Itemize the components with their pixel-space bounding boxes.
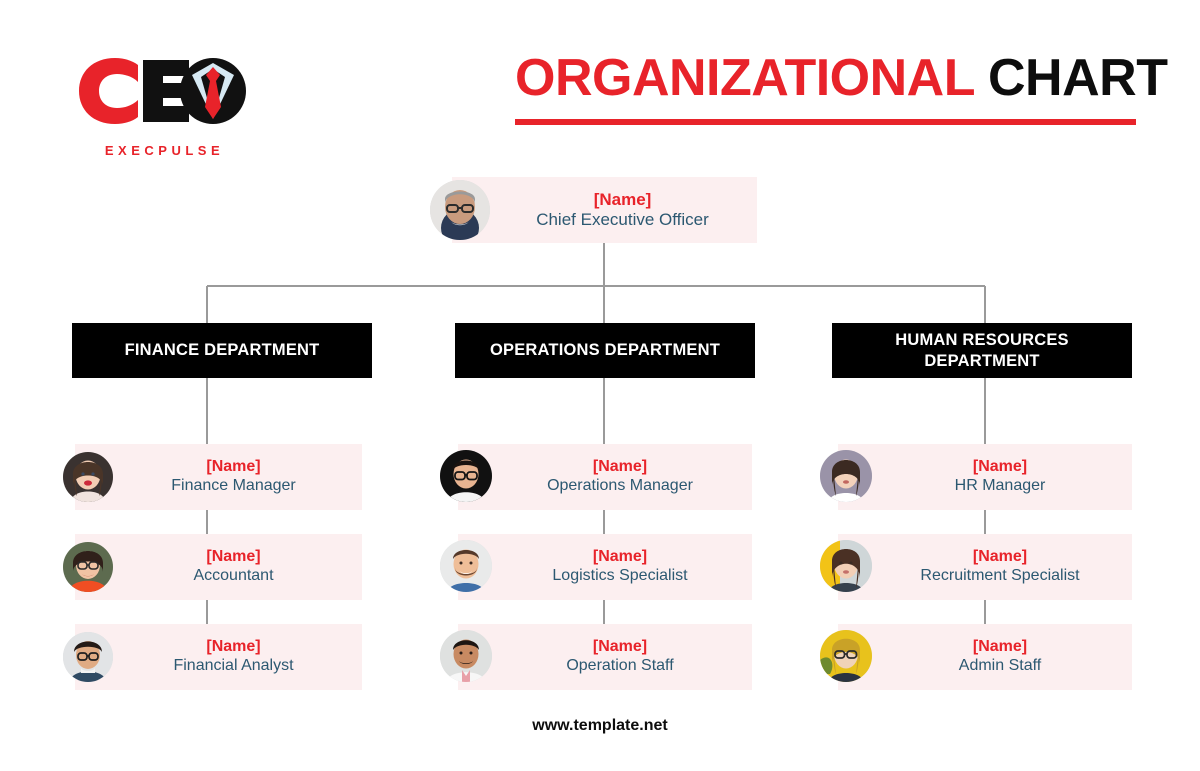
node-recruitment-specialist[interactable]: [Name] Recruitment Specialist: [838, 534, 1132, 600]
node-name: [Name]: [593, 189, 652, 209]
avatar-finance-manager: [63, 452, 113, 502]
node-name: [Name]: [206, 458, 261, 476]
avatar-recruitment-specialist: [820, 540, 872, 592]
node-operation-staff[interactable]: [Name] Operation Staff: [458, 624, 752, 690]
avatar-hr-manager: [820, 450, 872, 502]
node-name: [Name]: [972, 548, 1028, 566]
node-admin-staff[interactable]: [Name] Admin Staff: [838, 624, 1132, 690]
node-role: Operation Staff: [566, 657, 674, 674]
node-name: [Name]: [592, 458, 648, 476]
node-name: [Name]: [206, 638, 261, 656]
node-financial-analyst[interactable]: [Name] Financial Analyst: [75, 624, 362, 690]
node-role: Admin Staff: [958, 657, 1042, 674]
avatar-operations-manager: [440, 450, 492, 502]
node-logistics-specialist[interactable]: [Name] Logistics Specialist: [458, 534, 752, 600]
avatar-financial-analyst: [63, 632, 113, 682]
footer-website[interactable]: www.template.net: [0, 717, 1200, 735]
department-bar-finance[interactable]: FINANCE DEPARTMENT: [72, 323, 372, 378]
avatar-accountant: [63, 542, 113, 592]
node-name: [Name]: [592, 548, 648, 566]
node-role: Operations Manager: [547, 477, 693, 494]
node-role: Chief Executive Officer: [536, 210, 709, 229]
node-role: Logistics Specialist: [552, 567, 688, 584]
node-name: [Name]: [972, 458, 1028, 476]
node-name: [Name]: [592, 638, 648, 656]
node-chief-executive-officer[interactable]: [Name] Chief Executive Officer: [452, 177, 757, 243]
node-role: Finance Manager: [171, 477, 296, 494]
org-chart: [Name] Chief Executive Officer FINANCE D…: [0, 0, 1200, 771]
node-role: Accountant: [193, 567, 274, 584]
avatar-admin-staff: [820, 630, 872, 682]
node-name: [Name]: [206, 548, 261, 566]
node-finance-manager[interactable]: [Name] Finance Manager: [75, 444, 362, 510]
node-name: [Name]: [972, 638, 1028, 656]
avatar-logistics-specialist: [440, 540, 492, 592]
department-bar-human-resources[interactable]: HUMAN RESOURCES DEPARTMENT: [832, 323, 1132, 378]
node-role: Recruitment Specialist: [920, 567, 1080, 584]
node-hr-manager[interactable]: [Name] HR Manager: [838, 444, 1132, 510]
node-accountant[interactable]: [Name] Accountant: [75, 534, 362, 600]
node-operations-manager[interactable]: [Name] Operations Manager: [458, 444, 752, 510]
avatar-operation-staff: [440, 630, 492, 682]
department-bar-operations[interactable]: OPERATIONS DEPARTMENT: [455, 323, 755, 378]
avatar-chief-executive-officer: [430, 180, 490, 240]
node-role: HR Manager: [954, 477, 1046, 494]
node-role: Financial Analyst: [173, 657, 294, 674]
